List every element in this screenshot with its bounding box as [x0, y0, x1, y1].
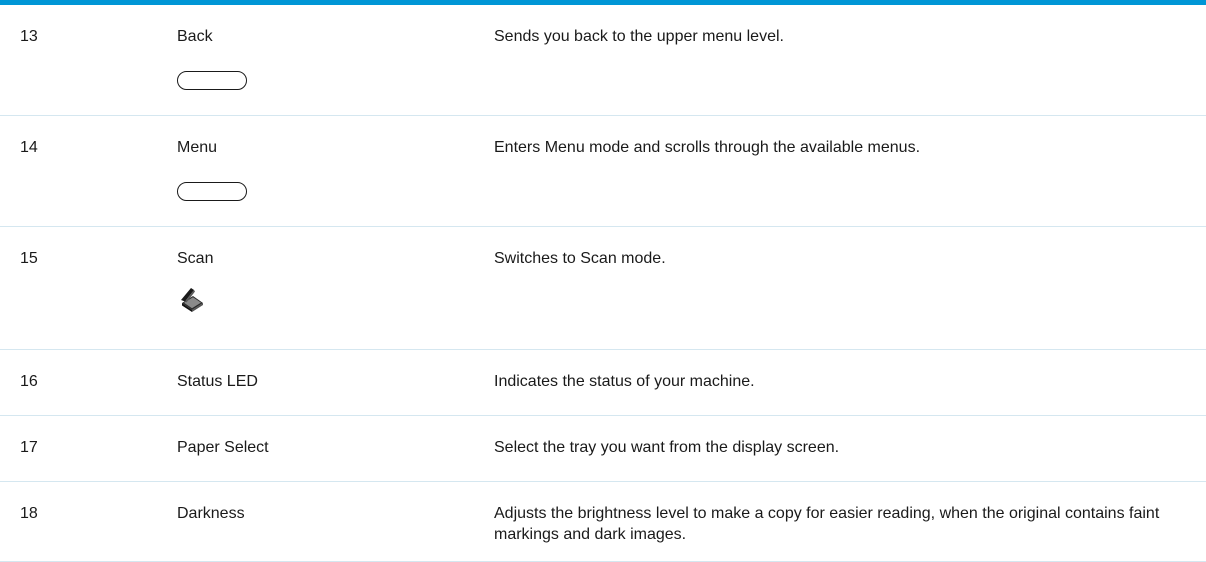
- row-name: Darkness: [177, 481, 494, 562]
- menu-button-icon: [177, 182, 247, 201]
- control-panel-table: 13 Back Sends you back to the upper menu…: [0, 5, 1206, 562]
- row-number: 17: [0, 415, 177, 482]
- row-name-cell: Scan: [177, 226, 494, 350]
- table-row: 14 Menu Enters Menu mode and scrolls thr…: [0, 115, 1206, 227]
- row-description: Enters Menu mode and scrolls through the…: [494, 115, 1206, 227]
- row-number: 15: [0, 226, 177, 350]
- table-row: 18 Darkness Adjusts the brightness level…: [0, 481, 1206, 562]
- row-name: Scan: [177, 250, 214, 267]
- table-row: 15 Scan Switches to Scan mode.: [0, 226, 1206, 350]
- row-description: Select the tray you want from the displa…: [494, 415, 1206, 482]
- row-name: Menu: [177, 139, 218, 156]
- document-page: 13 Back Sends you back to the upper menu…: [0, 0, 1206, 562]
- row-name: Back: [177, 28, 213, 45]
- row-number: 13: [0, 5, 177, 116]
- row-name: Status LED: [177, 349, 494, 416]
- back-button-icon: [177, 71, 247, 90]
- row-name: Paper Select: [177, 415, 494, 482]
- row-description: Sends you back to the upper menu level.: [494, 5, 1206, 116]
- row-number: 14: [0, 115, 177, 227]
- row-number: 16: [0, 349, 177, 416]
- row-number: 18: [0, 481, 177, 562]
- row-name-cell: Back: [177, 5, 494, 116]
- table-row: 13 Back Sends you back to the upper menu…: [0, 5, 1206, 116]
- row-description: Switches to Scan mode.: [494, 226, 1206, 350]
- row-description: Indicates the status of your machine.: [494, 349, 1206, 416]
- row-name-cell: Menu: [177, 115, 494, 227]
- table-row: 17 Paper Select Select the tray you want…: [0, 415, 1206, 482]
- table-row: 16 Status LED Indicates the status of yo…: [0, 349, 1206, 416]
- row-description: Adjusts the brightness level to make a c…: [494, 481, 1206, 562]
- scanner-icon: [181, 288, 203, 312]
